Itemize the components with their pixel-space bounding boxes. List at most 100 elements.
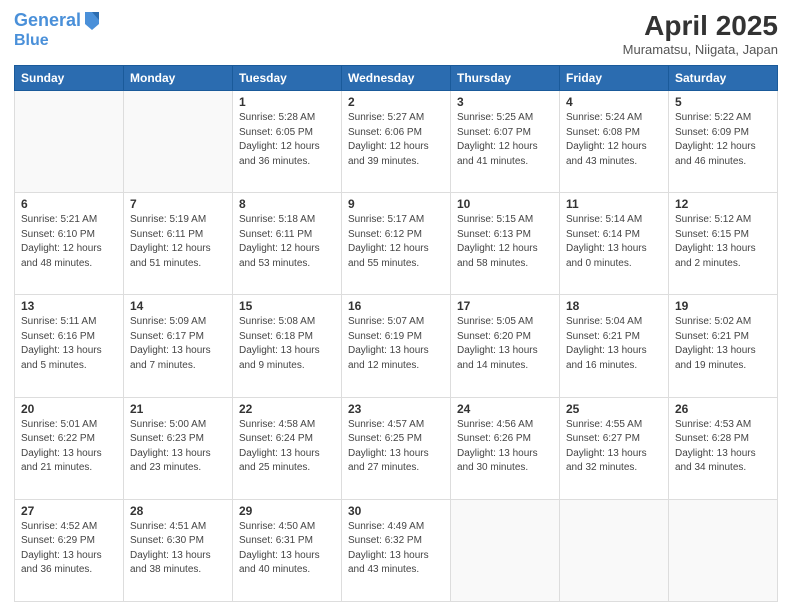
- day-number: 27: [21, 504, 117, 518]
- day-number: 2: [348, 95, 444, 109]
- calendar-cell: 7 Sunrise: 5:19 AM Sunset: 6:11 PM Daylig…: [124, 193, 233, 295]
- day-number: 14: [130, 299, 226, 313]
- calendar-cell: 24 Sunrise: 4:56 AM Sunset: 6:26 PM Dayli…: [451, 397, 560, 499]
- calendar-week-3: 20 Sunrise: 5:01 AM Sunset: 6:22 PM Dayli…: [15, 397, 778, 499]
- day-detail: Sunrise: 5:21 AM Sunset: 6:10 PM Dayligh…: [21, 213, 117, 271]
- calendar-cell: 5 Sunrise: 5:22 AM Sunset: 6:09 PM Daylig…: [669, 91, 778, 193]
- day-detail: Sunrise: 4:49 AM Sunset: 6:32 PM Dayligh…: [348, 520, 444, 578]
- title-block: April 2025 Muramatsu, Niigata, Japan: [623, 10, 778, 57]
- month-title: April 2025: [623, 10, 778, 42]
- logo-line1: General: [14, 10, 81, 30]
- location: Muramatsu, Niigata, Japan: [623, 42, 778, 57]
- day-number: 18: [566, 299, 662, 313]
- logo: General Blue: [14, 10, 101, 50]
- day-number: 16: [348, 299, 444, 313]
- day-detail: Sunrise: 5:12 AM Sunset: 6:15 PM Dayligh…: [675, 213, 771, 271]
- day-detail: Sunrise: 4:56 AM Sunset: 6:26 PM Dayligh…: [457, 418, 553, 476]
- calendar-cell: 16 Sunrise: 5:07 AM Sunset: 6:19 PM Dayli…: [342, 295, 451, 397]
- day-detail: Sunrise: 5:04 AM Sunset: 6:21 PM Dayligh…: [566, 315, 662, 373]
- calendar-cell: 23 Sunrise: 4:57 AM Sunset: 6:25 PM Dayli…: [342, 397, 451, 499]
- day-detail: Sunrise: 5:28 AM Sunset: 6:05 PM Dayligh…: [239, 111, 335, 169]
- day-number: 29: [239, 504, 335, 518]
- calendar-cell: 19 Sunrise: 5:02 AM Sunset: 6:21 PM Dayli…: [669, 295, 778, 397]
- col-monday: Monday: [124, 66, 233, 91]
- calendar-cell: 12 Sunrise: 5:12 AM Sunset: 6:15 PM Dayli…: [669, 193, 778, 295]
- day-detail: Sunrise: 5:22 AM Sunset: 6:09 PM Dayligh…: [675, 111, 771, 169]
- calendar-cell: 10 Sunrise: 5:15 AM Sunset: 6:13 PM Dayli…: [451, 193, 560, 295]
- day-detail: Sunrise: 5:25 AM Sunset: 6:07 PM Dayligh…: [457, 111, 553, 169]
- day-detail: Sunrise: 5:27 AM Sunset: 6:06 PM Dayligh…: [348, 111, 444, 169]
- calendar-header-row: Sunday Monday Tuesday Wednesday Thursday…: [15, 66, 778, 91]
- calendar-cell: 29Sunrise: 4:50 AM Sunset: 6:31 PM Dayli…: [233, 499, 342, 601]
- day-detail: Sunrise: 4:55 AM Sunset: 6:27 PM Dayligh…: [566, 418, 662, 476]
- calendar-table: Sunday Monday Tuesday Wednesday Thursday…: [14, 65, 778, 602]
- day-number: 30: [348, 504, 444, 518]
- calendar-cell: 14Sunrise: 5:09 AM Sunset: 6:17 PM Dayli…: [124, 295, 233, 397]
- day-number: 11: [566, 197, 662, 211]
- day-detail: Sunrise: 4:53 AM Sunset: 6:28 PM Dayligh…: [675, 418, 771, 476]
- day-number: 1: [239, 95, 335, 109]
- day-number: 8: [239, 197, 335, 211]
- col-tuesday: Tuesday: [233, 66, 342, 91]
- day-detail: Sunrise: 4:58 AM Sunset: 6:24 PM Dayligh…: [239, 418, 335, 476]
- calendar-cell: 21 Sunrise: 5:00 AM Sunset: 6:23 PM Dayli…: [124, 397, 233, 499]
- day-number: 24: [457, 402, 553, 416]
- day-number: 21: [130, 402, 226, 416]
- calendar-cell: 3Sunrise: 5:25 AM Sunset: 6:07 PM Daylig…: [451, 91, 560, 193]
- day-number: 25: [566, 402, 662, 416]
- calendar-cell: 18 Sunrise: 5:04 AM Sunset: 6:21 PM Dayli…: [560, 295, 669, 397]
- col-sunday: Sunday: [15, 66, 124, 91]
- day-number: 7: [130, 197, 226, 211]
- day-detail: Sunrise: 5:05 AM Sunset: 6:20 PM Dayligh…: [457, 315, 553, 373]
- day-detail: Sunrise: 5:01 AM Sunset: 6:22 PM Dayligh…: [21, 418, 117, 476]
- header: General Blue April 2025 Muramatsu, Niiga…: [14, 10, 778, 57]
- calendar-cell: [560, 499, 669, 601]
- col-thursday: Thursday: [451, 66, 560, 91]
- day-number: 5: [675, 95, 771, 109]
- day-number: 17: [457, 299, 553, 313]
- calendar-cell: 4Sunrise: 5:24 AM Sunset: 6:08 PM Daylig…: [560, 91, 669, 193]
- calendar-cell: 9Sunrise: 5:17 AM Sunset: 6:12 PM Daylig…: [342, 193, 451, 295]
- day-detail: Sunrise: 5:07 AM Sunset: 6:19 PM Dayligh…: [348, 315, 444, 373]
- calendar-cell: [124, 91, 233, 193]
- calendar-cell: 11Sunrise: 5:14 AM Sunset: 6:14 PM Dayli…: [560, 193, 669, 295]
- calendar-cell: 15Sunrise: 5:08 AM Sunset: 6:18 PM Dayli…: [233, 295, 342, 397]
- day-number: 6: [21, 197, 117, 211]
- day-detail: Sunrise: 5:11 AM Sunset: 6:16 PM Dayligh…: [21, 315, 117, 373]
- day-number: 19: [675, 299, 771, 313]
- day-number: 23: [348, 402, 444, 416]
- day-detail: Sunrise: 4:57 AM Sunset: 6:25 PM Dayligh…: [348, 418, 444, 476]
- day-number: 28: [130, 504, 226, 518]
- calendar-week-0: 1 Sunrise: 5:28 AM Sunset: 6:05 PM Daylig…: [15, 91, 778, 193]
- day-number: 22: [239, 402, 335, 416]
- day-number: 12: [675, 197, 771, 211]
- calendar-cell: 26Sunrise: 4:53 AM Sunset: 6:28 PM Dayli…: [669, 397, 778, 499]
- calendar-week-4: 27Sunrise: 4:52 AM Sunset: 6:29 PM Dayli…: [15, 499, 778, 601]
- calendar-cell: 28Sunrise: 4:51 AM Sunset: 6:30 PM Dayli…: [124, 499, 233, 601]
- day-detail: Sunrise: 5:17 AM Sunset: 6:12 PM Dayligh…: [348, 213, 444, 271]
- calendar-cell: 8 Sunrise: 5:18 AM Sunset: 6:11 PM Daylig…: [233, 193, 342, 295]
- calendar-cell: 22 Sunrise: 4:58 AM Sunset: 6:24 PM Dayli…: [233, 397, 342, 499]
- day-detail: Sunrise: 5:18 AM Sunset: 6:11 PM Dayligh…: [239, 213, 335, 271]
- calendar-cell: 20 Sunrise: 5:01 AM Sunset: 6:22 PM Dayli…: [15, 397, 124, 499]
- day-number: 4: [566, 95, 662, 109]
- calendar-week-1: 6 Sunrise: 5:21 AM Sunset: 6:10 PM Daylig…: [15, 193, 778, 295]
- calendar-cell: 17 Sunrise: 5:05 AM Sunset: 6:20 PM Dayli…: [451, 295, 560, 397]
- calendar-cell: 30 Sunrise: 4:49 AM Sunset: 6:32 PM Dayli…: [342, 499, 451, 601]
- logo-text: General: [14, 11, 81, 31]
- day-detail: Sunrise: 5:08 AM Sunset: 6:18 PM Dayligh…: [239, 315, 335, 373]
- col-wednesday: Wednesday: [342, 66, 451, 91]
- day-detail: Sunrise: 5:02 AM Sunset: 6:21 PM Dayligh…: [675, 315, 771, 373]
- day-detail: Sunrise: 5:15 AM Sunset: 6:13 PM Dayligh…: [457, 213, 553, 271]
- calendar-cell: [15, 91, 124, 193]
- calendar-cell: [669, 499, 778, 601]
- day-number: 20: [21, 402, 117, 416]
- day-number: 13: [21, 299, 117, 313]
- calendar-cell: 6 Sunrise: 5:21 AM Sunset: 6:10 PM Daylig…: [15, 193, 124, 295]
- calendar-week-2: 13 Sunrise: 5:11 AM Sunset: 6:16 PM Dayli…: [15, 295, 778, 397]
- day-number: 10: [457, 197, 553, 211]
- day-detail: Sunrise: 5:19 AM Sunset: 6:11 PM Dayligh…: [130, 213, 226, 271]
- day-detail: Sunrise: 5:00 AM Sunset: 6:23 PM Dayligh…: [130, 418, 226, 476]
- calendar-cell: 13 Sunrise: 5:11 AM Sunset: 6:16 PM Dayli…: [15, 295, 124, 397]
- logo-icon: [83, 10, 101, 32]
